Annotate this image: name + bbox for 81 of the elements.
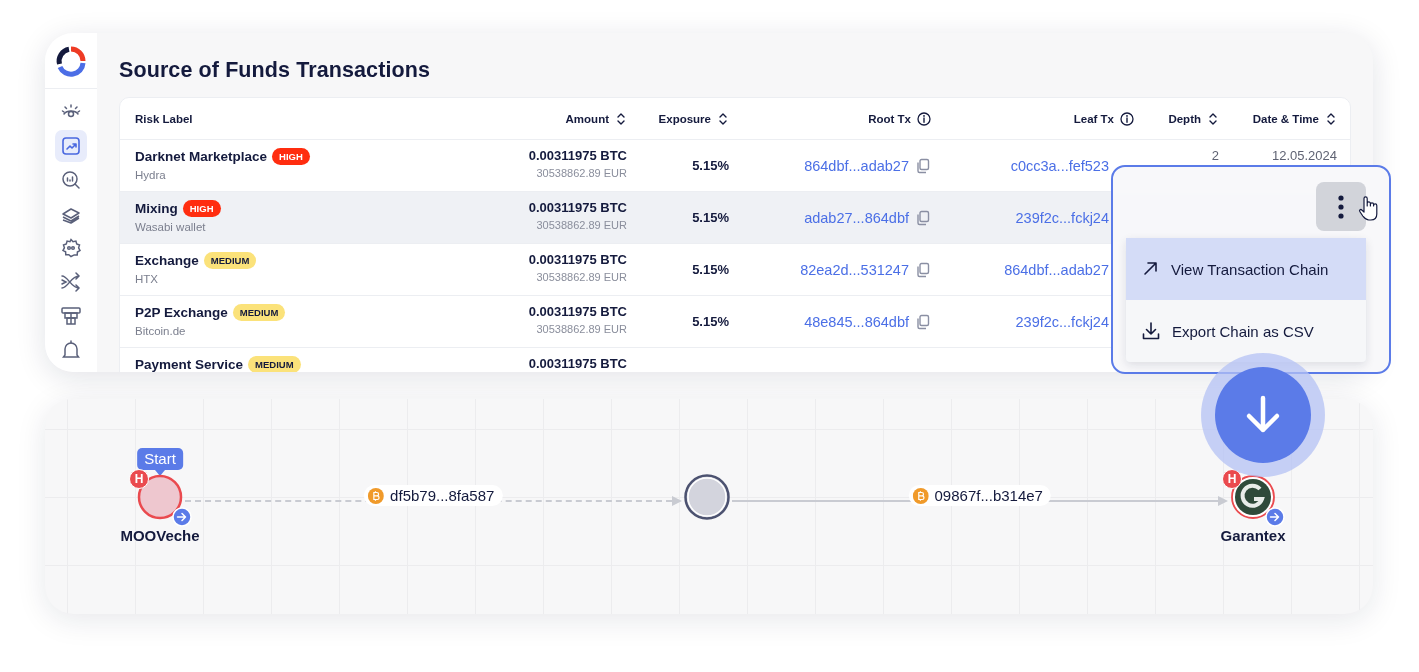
- exposure-value: 5.15%: [692, 262, 729, 277]
- tx-link[interactable]: 864dbf...adab27: [1004, 261, 1109, 278]
- amount-text: 0.00311975 BTC: [528, 200, 627, 215]
- tx-link[interactable]: adab27...864dbf: [804, 209, 909, 226]
- risk-label: Mixing: [135, 201, 178, 216]
- sidebar-item[interactable]: [55, 130, 87, 162]
- depth-value: 2: [1211, 148, 1219, 163]
- entity-name: HTX: [135, 273, 159, 285]
- node-label: Garantex: [1220, 527, 1286, 544]
- copy-icon[interactable]: [915, 313, 931, 330]
- risk-badge: MEDIUM: [232, 304, 286, 321]
- table-icon: [61, 306, 81, 326]
- risk-label: Payment Service: [135, 357, 244, 372]
- exposure-value: 5.15%: [692, 210, 729, 225]
- magnifier-icon: [61, 170, 81, 190]
- fiat-amount: 30538862.89 EUR: [536, 167, 627, 179]
- tx-label[interactable]: df5b79...8fa587: [364, 485, 503, 506]
- tx-link[interactable]: c0cc3a...fef523: [1010, 157, 1109, 174]
- risk-label: P2P Exchange: [135, 305, 228, 320]
- info-icon: [917, 111, 931, 126]
- copy-icon[interactable]: [915, 261, 931, 278]
- column-header: Risk Label: [135, 112, 193, 125]
- column-header[interactable]: Depth: [1168, 112, 1201, 125]
- amount-text: 0.00311975 BTC: [528, 356, 627, 371]
- chart-icon: [61, 136, 81, 156]
- arrow-icon: [1142, 260, 1159, 278]
- copy-icon[interactable]: [915, 209, 931, 226]
- risk-badge: H: [129, 469, 149, 489]
- date-value: 12.05.2024: [1271, 148, 1337, 163]
- gear-icon: [61, 238, 81, 258]
- fiat-amount: 30538862.89 EUR: [536, 271, 627, 283]
- column-header[interactable]: Date & Time: [1252, 112, 1319, 125]
- tx-link[interactable]: 239f2c...fckj24: [1015, 313, 1109, 330]
- download-icon: [1142, 322, 1160, 340]
- more-button[interactable]: [1316, 182, 1366, 231]
- risk-label: Darknet Marketplace: [135, 149, 268, 164]
- risk-badge: HIGH: [182, 200, 221, 217]
- sort-icon[interactable]: [615, 111, 627, 126]
- entity-name: Wasabi wallet: [135, 221, 207, 233]
- column-header[interactable]: Amount: [565, 112, 609, 125]
- risk-badge: H: [1222, 469, 1242, 489]
- sort-icon[interactable]: [1325, 111, 1337, 126]
- tx-link[interactable]: 864dbf...adab27: [804, 157, 909, 174]
- risk-badge: MEDIUM: [203, 252, 257, 269]
- tx-link[interactable]: 48e845...864dbf: [804, 313, 909, 330]
- risk-badge: MEDIUM: [248, 356, 301, 372]
- entity-name: Bitcoin.de: [135, 325, 187, 337]
- risk-badge: HIGH: [272, 148, 310, 165]
- menu-item[interactable]: View Transaction Chain: [1126, 238, 1366, 300]
- amount-text: 0.00311975 BTC: [528, 252, 627, 267]
- wallet-node[interactable]: [136, 473, 184, 521]
- exposure-value: 5.15%: [692, 158, 729, 173]
- bell-icon: [61, 340, 81, 360]
- bitcoin-icon: [912, 487, 929, 504]
- logo-icon: [55, 45, 87, 77]
- sort-icon[interactable]: [717, 111, 729, 126]
- tx-link[interactable]: 239f2c...fckj24: [1015, 209, 1109, 226]
- info-icon: [1120, 111, 1134, 126]
- entity-name: Hydra: [135, 169, 167, 181]
- copy-icon[interactable]: [915, 157, 931, 174]
- bitcoin-icon: [368, 487, 385, 504]
- column-header: Root Tx: [868, 112, 911, 125]
- tx-label[interactable]: 09867f...b314e7: [908, 485, 1051, 506]
- shuffle-icon: [61, 272, 81, 292]
- risk-label: Exchange: [135, 253, 199, 268]
- column-header[interactable]: Exposure: [658, 112, 711, 125]
- tx-link[interactable]: 82ea2d...531247: [800, 261, 909, 278]
- column-header: Leaf Tx: [1073, 112, 1114, 125]
- amount-text: 0.00311975 BTC: [528, 304, 627, 319]
- node-label: MOOVeche: [120, 527, 200, 544]
- sort-icon[interactable]: [1207, 111, 1219, 126]
- download-button[interactable]: [1215, 367, 1311, 463]
- amount-text: 0.00311975 BTC: [528, 148, 627, 163]
- more-icon: [1338, 194, 1344, 219]
- fiat-amount: 30538862.89 EUR: [536, 323, 627, 335]
- start-tag: Start: [137, 448, 183, 470]
- exposure-value: 5.15%: [692, 314, 729, 329]
- fiat-amount: 30538862.89 EUR: [536, 219, 627, 231]
- page-title: Source of Funds Transactions: [119, 57, 432, 84]
- hop-node[interactable]: [682, 473, 731, 521]
- cursor-icon: [1357, 194, 1379, 221]
